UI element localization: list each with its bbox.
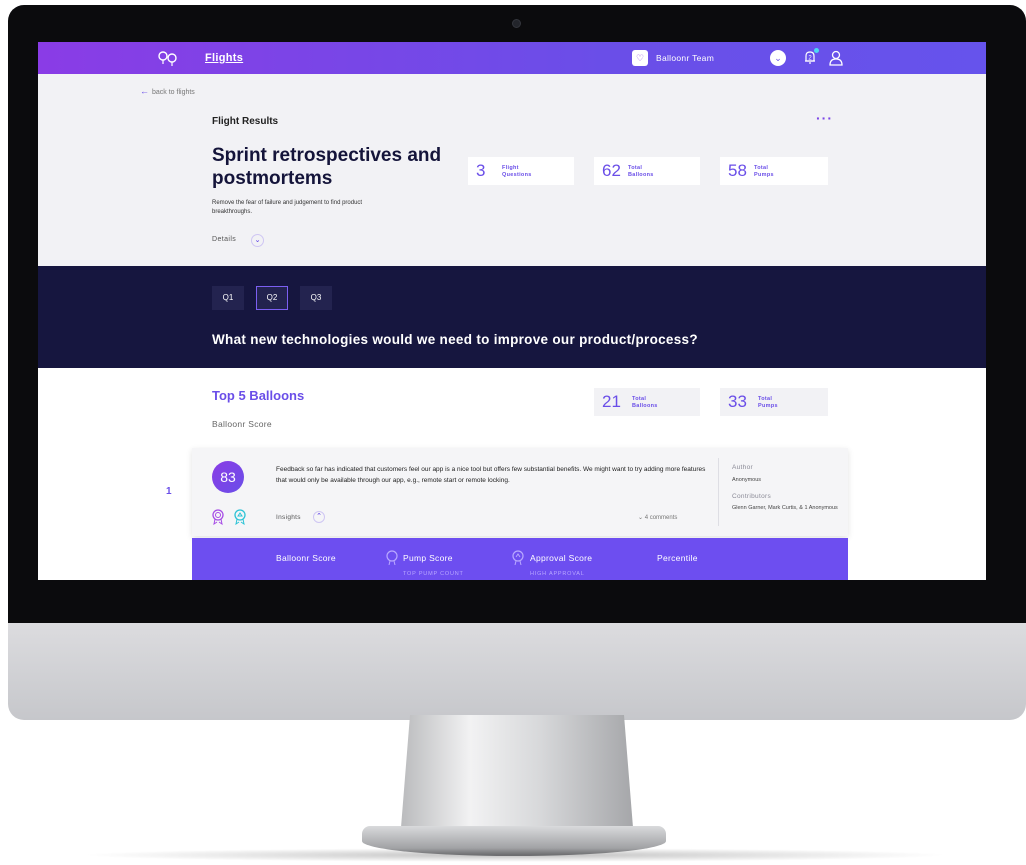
monitor-chin <box>8 623 1026 720</box>
notification-dot <box>814 48 819 53</box>
more-options-icon[interactable]: ··· <box>816 110 833 126</box>
stat-value: 3 <box>476 161 486 180</box>
team-logo-icon: ♡ <box>632 50 648 66</box>
insights-toggle-label[interactable]: Insights <box>276 514 301 521</box>
balloon-score-badge: 83 <box>212 461 244 493</box>
balloonr-score-label: Balloonr Score <box>276 553 336 563</box>
balloon-text: Feedback so far has indicated that custo… <box>276 466 706 484</box>
stand-shadow <box>80 848 950 862</box>
pump-score-label: Pump Score <box>403 553 453 563</box>
nav-link-flights[interactable]: Flights <box>205 52 243 64</box>
stat-label-line2: Balloons <box>632 402 658 409</box>
approval-score-icon <box>512 550 524 565</box>
pump-score-icon <box>386 550 398 565</box>
stat-label-line2: Balloons <box>628 171 654 178</box>
stat-total-balloons: 62 Total Balloons <box>594 157 700 185</box>
pump-award-icon <box>212 509 224 525</box>
approval-score-subtitle: HIGH APPROVAL <box>530 571 585 577</box>
stat-value: 62 <box>602 161 621 180</box>
stat-total-pumps: 33 Total Pumps <box>720 388 828 416</box>
current-question: What new technologies would we need to i… <box>212 332 698 347</box>
stat-label: Total Pumps <box>758 396 778 409</box>
stat-total-balloons: 21 Total Balloons <box>594 388 700 416</box>
author-label: Author <box>732 464 753 471</box>
top-navigation: Flights ♡ Balloonr Team ⌄ 2 <box>38 42 986 74</box>
tab-q1[interactable]: Q1 <box>212 286 244 310</box>
stat-label-line1: Total <box>758 396 773 402</box>
details-chevron-icon[interactable]: ⌄ <box>251 234 264 247</box>
stat-flight-questions: 3 Flight Questions <box>468 157 574 185</box>
stat-label: Flight Questions <box>502 165 532 178</box>
stat-value: 58 <box>728 161 747 180</box>
score-breakdown-bar: Balloonr Score Pump Score TOP PUMP COUNT… <box>192 538 848 580</box>
balloonr-score-subtitle: Balloonr Score <box>212 419 272 429</box>
team-dropdown-chevron-icon[interactable]: ⌄ <box>770 50 786 66</box>
contributors-label: Contributors <box>732 493 772 500</box>
stat-label: Total Balloons <box>628 165 654 178</box>
stat-label-line1: Total <box>628 165 643 171</box>
stat-label-line2: Pumps <box>754 171 774 178</box>
details-toggle-label[interactable]: Details <box>212 236 236 243</box>
stat-value: 21 <box>602 392 621 411</box>
question-section: Q1 Q2 Q3 What new technologies would we … <box>38 266 986 368</box>
top-balloons-section: Top 5 Balloons Balloonr Score 21 Total Ba… <box>38 368 986 580</box>
back-to-flights-link[interactable]: ← back to flights <box>140 86 195 96</box>
stat-label-line1: Flight <box>502 165 519 171</box>
tab-q2[interactable]: Q2 <box>256 286 288 310</box>
flight-results-label: Flight Results <box>212 116 279 127</box>
stat-value: 33 <box>728 392 747 411</box>
stat-label-line1: Total <box>632 396 647 402</box>
flight-title: Sprint retrospectives and postmortems <box>212 145 442 189</box>
author-value: Anonymous <box>732 477 762 483</box>
card-divider <box>718 458 719 526</box>
stat-label: Total Balloons <box>632 396 658 409</box>
approval-score-label: Approval Score <box>530 553 593 563</box>
balloonr-logo-icon[interactable] <box>157 50 179 66</box>
stat-label-line1: Total <box>754 165 769 171</box>
camera-dot <box>512 19 521 28</box>
percentile-label: Percentile <box>657 553 698 563</box>
back-link-label: back to flights <box>152 89 195 96</box>
contributors-value: Glenn Garner, Mark Curtis, & 1 Anonymous <box>732 505 838 511</box>
pump-score-subtitle: TOP PUMP COUNT <box>403 571 464 577</box>
comments-link[interactable]: ⌄ 4 comments <box>638 514 677 521</box>
stat-total-pumps: 58 Total Pumps <box>720 157 828 185</box>
tab-q3[interactable]: Q3 <box>300 286 332 310</box>
flight-description: Remove the fear of failure and judgement… <box>212 200 363 215</box>
team-badge-glyph: ♡ <box>635 52 645 63</box>
app-screen: Flights ♡ Balloonr Team ⌄ 2 ← back to fli… <box>38 42 986 580</box>
stat-label-line2: Pumps <box>758 402 778 409</box>
balloon-card[interactable]: 83 Feedback so far has indicated that cu… <box>192 448 848 536</box>
team-name[interactable]: Balloonr Team <box>656 53 714 63</box>
monitor-stand-neck <box>400 715 634 840</box>
user-profile-icon[interactable] <box>829 50 843 66</box>
stat-label: Total Pumps <box>754 165 774 178</box>
insights-chevron-up-icon[interactable]: ⌃ <box>313 511 325 523</box>
arrow-left-icon: ← <box>140 86 149 96</box>
stat-label-line2: Questions <box>502 171 532 178</box>
top-balloons-title: Top 5 Balloons <box>212 388 305 403</box>
approval-award-icon <box>234 509 246 525</box>
balloon-rank: 1 <box>166 486 172 497</box>
